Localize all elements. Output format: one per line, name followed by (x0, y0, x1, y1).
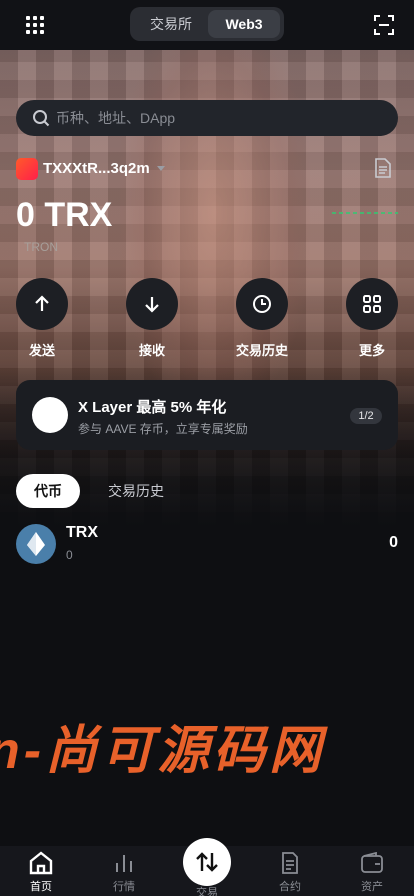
token-amount: 0 (66, 548, 73, 562)
promo-banner[interactable]: X Layer 最高 5% 年化 参与 AAVE 存币，立享专属奖励 1/2 (16, 380, 398, 450)
promo-title: X Layer 最高 5% 年化 (78, 399, 227, 416)
action-label: 接收 (138, 343, 165, 358)
nav-contract[interactable]: 合约 (260, 846, 320, 894)
chevron-down-icon (157, 166, 165, 171)
balance-sparkline (332, 212, 398, 214)
wallet-logo-icon (16, 158, 38, 180)
action-label: 发送 (28, 343, 55, 358)
search-bar[interactable]: 币种、地址、DApp (16, 100, 398, 136)
nav-label: 资产 (361, 881, 383, 893)
tab-tokens[interactable]: 代币 (16, 474, 80, 508)
nav-label: 行情 (113, 881, 135, 893)
promo-subtitle: 参与 AAVE 存币，立享专属奖励 (78, 422, 248, 436)
watermark-text: n-尚可源码网 (0, 722, 326, 780)
nav-label: 首页 (30, 881, 52, 893)
mode-switch: 交易所 Web3 (130, 7, 284, 41)
action-label: 交易历史 (235, 343, 288, 358)
apps-grid-icon[interactable] (26, 16, 44, 34)
action-label: 更多 (358, 343, 385, 358)
balance-amount: 0 TRX (16, 196, 113, 234)
chain-name: TRON (24, 240, 58, 254)
arrow-down-icon (126, 278, 178, 330)
nav-market[interactable]: 行情 (94, 846, 154, 894)
trx-icon (16, 524, 56, 564)
tab-history[interactable]: 交易历史 (108, 474, 164, 508)
search-placeholder: 币种、地址、DApp (56, 110, 176, 126)
chart-icon (94, 846, 154, 876)
nav-home[interactable]: 首页 (11, 846, 71, 894)
document-icon[interactable] (374, 158, 392, 178)
nav-trade-button[interactable] (183, 838, 231, 886)
token-symbol[interactable]: TRX (66, 524, 98, 542)
nav-label-trade: 交易 (196, 887, 218, 896)
promo-logo-icon (32, 397, 68, 433)
search-icon (33, 110, 50, 127)
action-receive[interactable]: 接收 (122, 278, 182, 359)
wallet-icon (342, 846, 402, 876)
scan-icon[interactable] (374, 15, 394, 35)
promo-pager: 1/2 (350, 408, 382, 424)
top-bar: 交易所 Web3 (0, 0, 414, 50)
nav-assets[interactable]: 资产 (342, 846, 402, 894)
account-name: TXXXtR...3q2m (43, 160, 150, 177)
grid-icon (346, 278, 398, 330)
nav-label: 合约 (279, 881, 301, 893)
segment-web3[interactable]: Web3 (208, 10, 280, 38)
segment-exchange[interactable]: 交易所 (134, 10, 208, 38)
action-history[interactable]: 交易历史 (232, 278, 292, 359)
token-balance: 0 (389, 534, 398, 551)
swap-icon (196, 852, 218, 872)
arrow-up-icon (16, 278, 68, 330)
home-icon (11, 846, 71, 876)
contract-icon (260, 846, 320, 876)
action-send[interactable]: 发送 (12, 278, 72, 359)
action-more[interactable]: 更多 (342, 278, 402, 359)
clock-icon (236, 278, 288, 330)
